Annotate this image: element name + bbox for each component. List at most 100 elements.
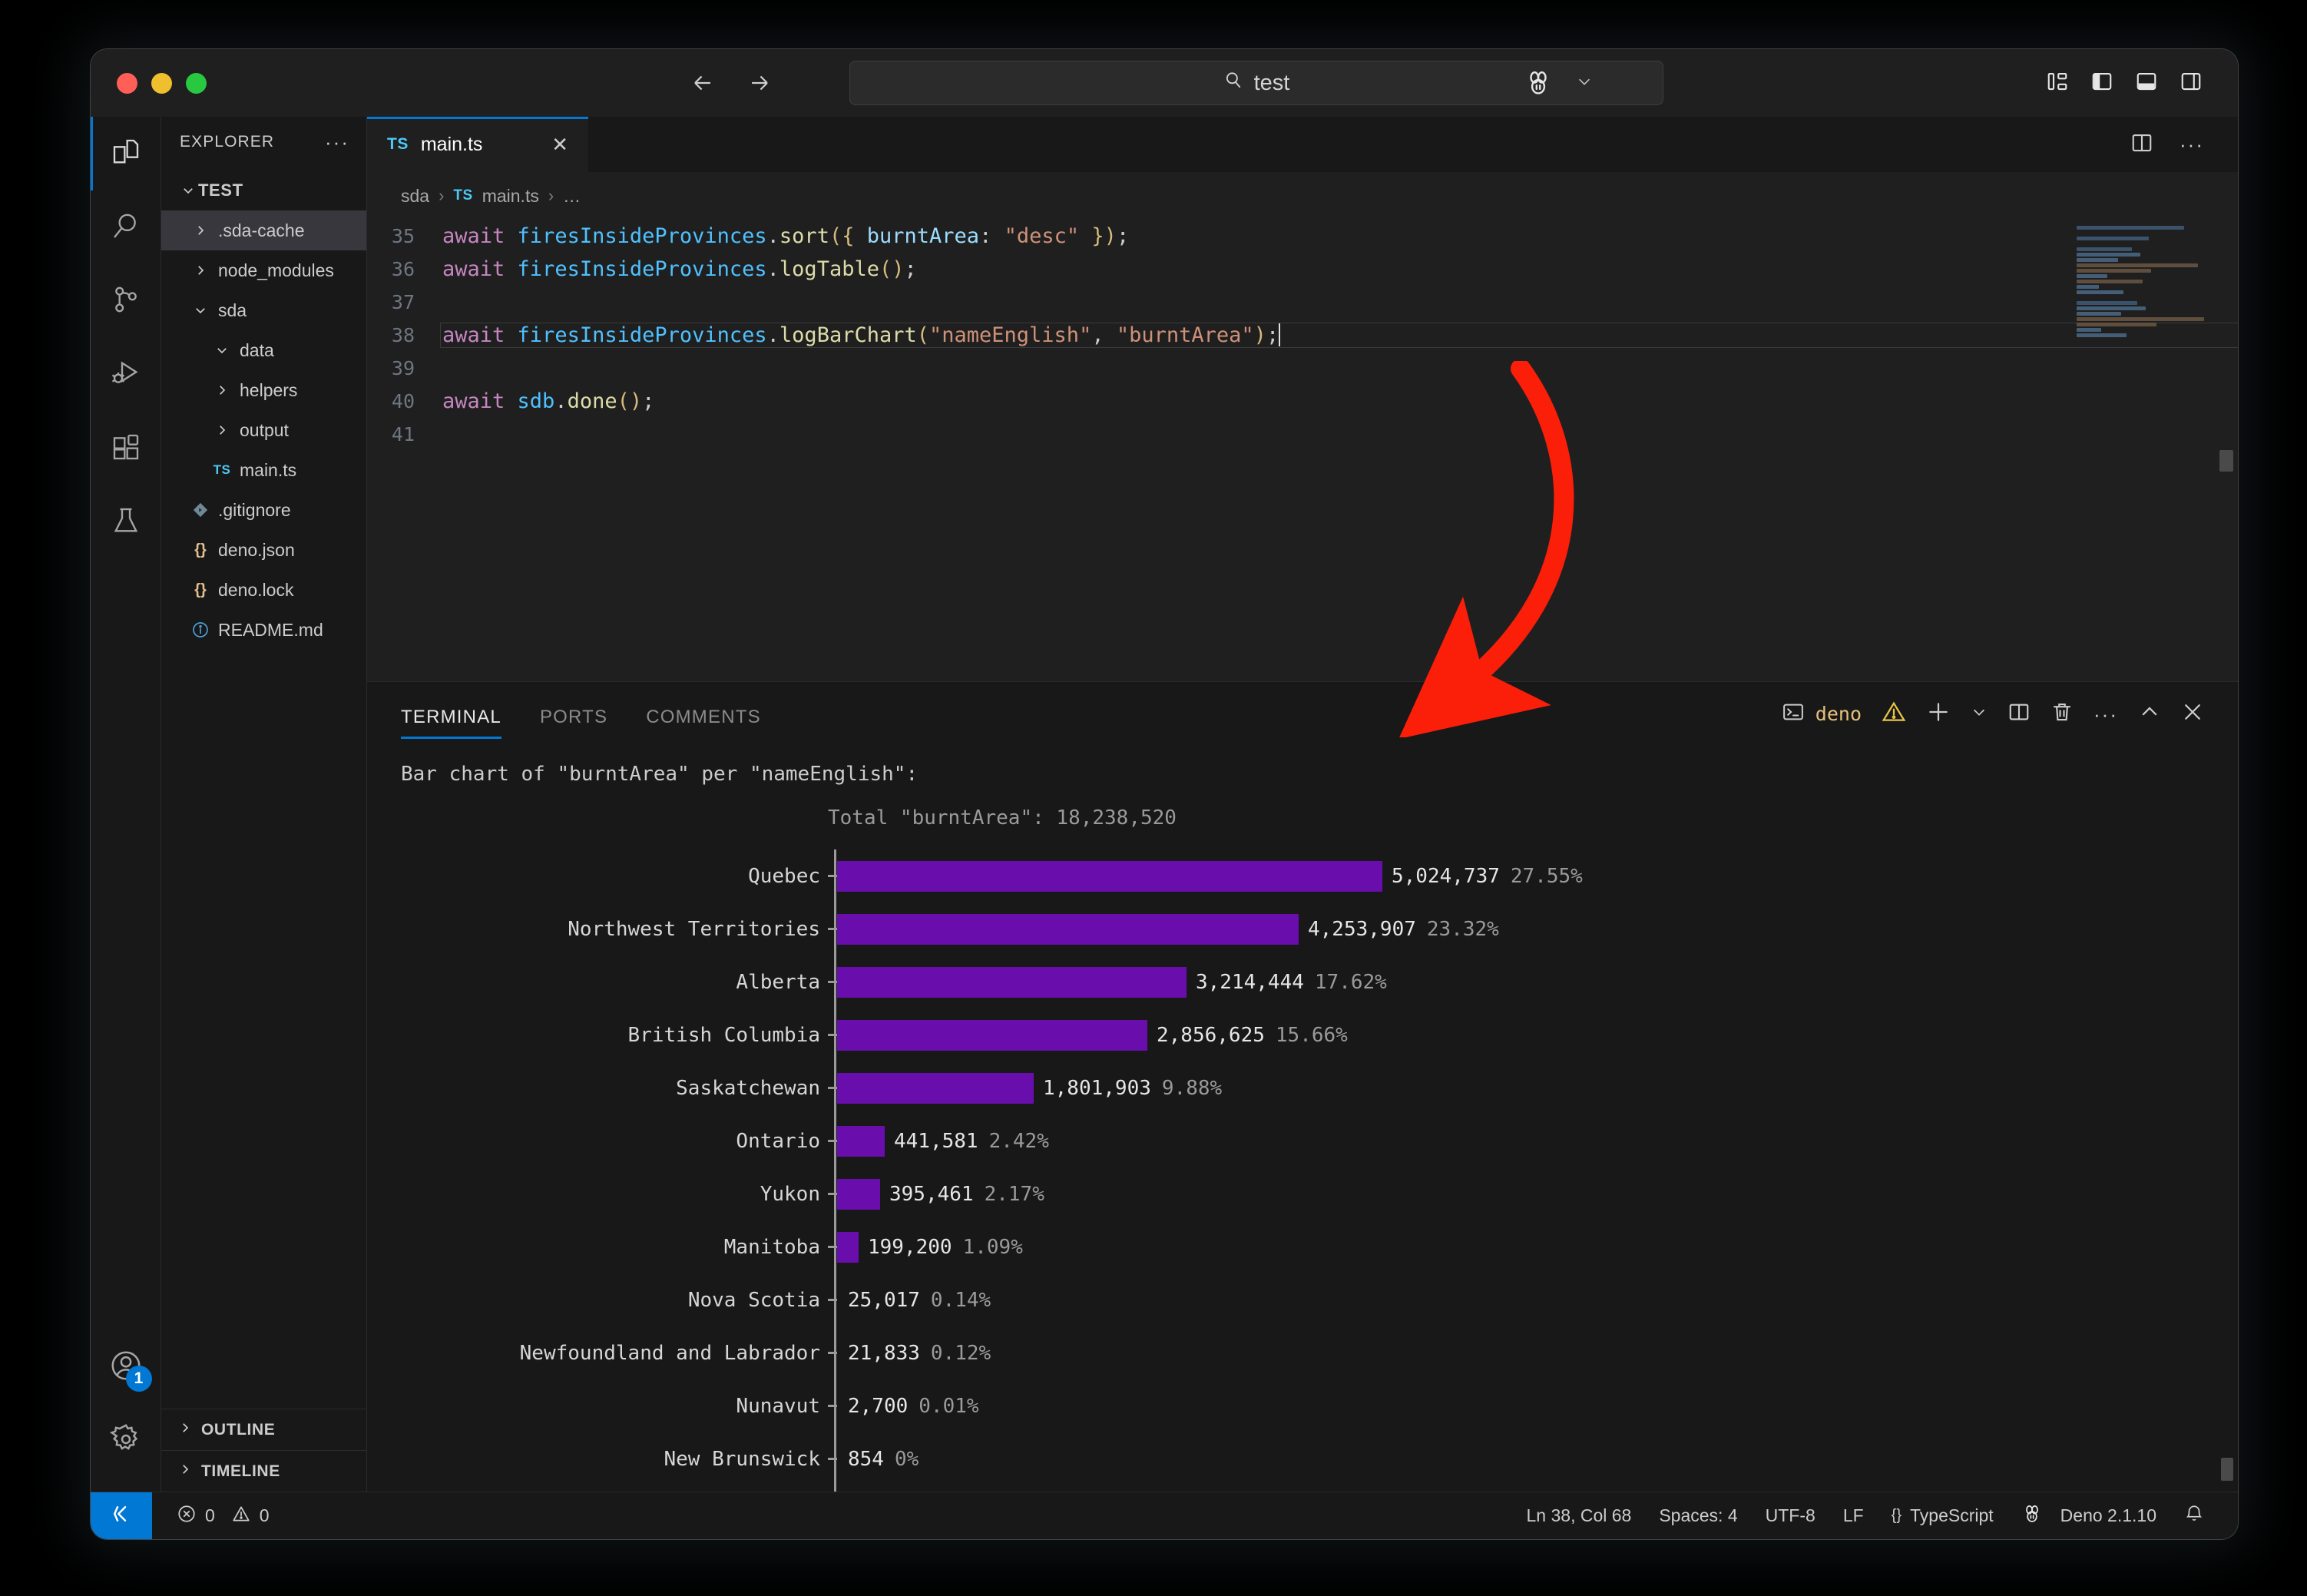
deno-status[interactable]: Deno 2.1.10 <box>2007 1492 2170 1540</box>
sidebar-item-run-and-debug[interactable] <box>91 338 161 412</box>
breadcrumb-item-symbol[interactable]: … <box>563 186 581 207</box>
chart-row: Yukon 395,461 2.17% <box>401 1167 2238 1220</box>
minimap[interactable] <box>2077 226 2215 349</box>
sidebar-item-explorer[interactable] <box>91 117 161 190</box>
terminal-scrollbar[interactable] <box>2221 1458 2233 1481</box>
minimize-window-button[interactable] <box>151 72 172 94</box>
sidebar-item-search[interactable] <box>91 190 161 264</box>
sidebar-item-accounts[interactable]: 1 <box>91 1330 161 1404</box>
deno-logo-icon[interactable] <box>1524 68 1553 98</box>
close-icon[interactable]: ✕ <box>551 134 568 154</box>
collapse-panel-icon[interactable] <box>2138 700 2161 727</box>
chart-bar <box>837 1231 859 1263</box>
chart-bar-group: 25,017 0.14% <box>837 1289 991 1312</box>
git-file-icon <box>190 502 210 518</box>
activity-bar: 1 <box>91 117 161 1492</box>
tree-root-folder[interactable]: TEST <box>161 171 366 210</box>
more-actions-icon[interactable]: ··· <box>2094 704 2118 724</box>
chart-percent-label: 0.01% <box>918 1394 979 1418</box>
tree-item-node-modules[interactable]: node_modules <box>161 250 366 290</box>
chart-bar-group: 2,856,625 15.66% <box>837 1019 1348 1051</box>
line-content: await firesInsideProvinces.logBarChart("… <box>440 323 2238 348</box>
indentation[interactable]: Spaces: 4 <box>1645 1492 1751 1540</box>
panel-actions: deno ··· <box>1782 700 2204 739</box>
text-cursor <box>1279 323 1281 346</box>
chevron-down-icon[interactable] <box>1576 73 1593 94</box>
breadcrumb-item-sda[interactable]: sda <box>401 186 429 207</box>
chart-value-label: 3,214,444 <box>1196 970 1304 994</box>
sidebar-item-extensions[interactable] <box>91 412 161 485</box>
terminal-name: deno <box>1815 703 1862 725</box>
section-timeline[interactable]: TIMELINE <box>161 1450 366 1492</box>
code-editor[interactable]: 35 await firesInsideProvinces.sort({ bur… <box>367 220 2238 681</box>
language-mode[interactable]: {} TypeScript <box>1878 1492 2007 1540</box>
close-panel-icon[interactable] <box>2181 700 2204 727</box>
tree-item-sda-cache[interactable]: .sda-cache <box>161 210 366 250</box>
tree-item-deno-json[interactable]: {} deno.json <box>161 530 366 570</box>
tree-item-deno-lock[interactable]: {} deno.lock <box>161 570 366 610</box>
editor-scrollbar[interactable] <box>2219 450 2233 472</box>
chart-value-label: 395,461 <box>889 1182 974 1206</box>
notifications-button[interactable] <box>2170 1492 2218 1540</box>
toggle-secondary-sidebar-icon[interactable] <box>2180 70 2203 97</box>
split-editor-icon[interactable] <box>2130 131 2153 158</box>
chevron-down-icon <box>212 343 232 357</box>
terminal-icon <box>1782 700 1805 727</box>
remote-window-button[interactable] <box>91 1492 152 1539</box>
tree-item-main-ts[interactable]: TS main.ts <box>161 450 366 490</box>
window-body: 1 EXPLORER ··· TEST .sda-cache node_modu… <box>91 117 2238 1492</box>
tab-comments[interactable]: COMMENTS <box>646 707 761 739</box>
sidebar-item-manage[interactable] <box>91 1404 161 1478</box>
cursor-position[interactable]: Ln 38, Col 68 <box>1513 1492 1646 1540</box>
maximize-window-button[interactable] <box>186 72 207 94</box>
gear-icon <box>108 1422 144 1461</box>
chart-row: Ontario 441,581 2.42% <box>401 1114 2238 1167</box>
chart-row: British Columbia 2,856,625 15.66% <box>401 1008 2238 1061</box>
line-number: 37 <box>391 291 415 313</box>
close-window-button[interactable] <box>117 72 137 94</box>
tree-item-label: deno.lock <box>218 579 294 600</box>
tree-item-gitignore[interactable]: .gitignore <box>161 490 366 530</box>
breadcrumb-item-main-ts[interactable]: main.ts <box>482 186 539 207</box>
terminal-output[interactable]: Bar chart of "burntArea" per "nameEnglis… <box>367 739 2238 1492</box>
tree-root-label: TEST <box>198 180 243 200</box>
line-content: await firesInsideProvinces.logTable(); <box>442 257 917 281</box>
new-terminal-icon[interactable] <box>1926 700 1951 728</box>
terminal-tab-deno[interactable]: deno <box>1782 700 1862 727</box>
warning-icon[interactable] <box>1882 700 1906 728</box>
split-terminal-icon[interactable] <box>2007 700 2031 727</box>
more-actions-icon[interactable]: ··· <box>2180 134 2204 154</box>
chart-row: Manitoba 199,200 1.09% <box>401 1220 2238 1273</box>
json-brace-icon: {} <box>1891 1507 1902 1524</box>
error-count: 0 <box>205 1505 215 1525</box>
back-arrow-icon[interactable] <box>690 70 716 96</box>
tree-item-sda[interactable]: sda <box>161 290 366 330</box>
section-outline[interactable]: OUTLINE <box>161 1409 366 1450</box>
chart-category-label: Quebec <box>748 864 820 888</box>
tab-ports[interactable]: PORTS <box>540 707 607 739</box>
chart-percent-label: 9.88% <box>1161 1076 1223 1100</box>
chart-bar <box>837 1125 885 1157</box>
chevron-down-icon[interactable] <box>1971 704 1988 724</box>
tab-main-ts[interactable]: TS main.ts ✕ <box>367 117 588 172</box>
chart-bar-group: 395,461 2.17% <box>837 1178 1044 1210</box>
customize-layout-icon[interactable] <box>2046 70 2069 97</box>
sidebar-item-testing[interactable] <box>91 485 161 559</box>
tree-item-data[interactable]: data <box>161 330 366 370</box>
chart-category-label: Newfoundland and Labrador <box>519 1341 820 1365</box>
problems-status[interactable]: 0 0 <box>163 1492 283 1540</box>
toggle-panel-icon[interactable] <box>2135 70 2158 97</box>
tree-item-helpers[interactable]: helpers <box>161 370 366 410</box>
explorer-more-actions-icon[interactable]: ··· <box>325 132 349 152</box>
tree-item-output[interactable]: output <box>161 410 366 450</box>
tab-terminal[interactable]: TERMINAL <box>401 707 501 739</box>
sidebar-item-source-control[interactable] <box>91 264 161 338</box>
chart-category-label: New Brunswick <box>664 1447 821 1471</box>
chevron-right-icon <box>190 224 210 237</box>
tree-item-readme[interactable]: README.md <box>161 610 366 650</box>
toggle-primary-sidebar-icon[interactable] <box>2090 70 2113 97</box>
kill-terminal-icon[interactable] <box>2050 700 2074 727</box>
eol[interactable]: LF <box>1829 1492 1878 1540</box>
encoding[interactable]: UTF-8 <box>1752 1492 1829 1540</box>
forward-arrow-icon[interactable] <box>746 70 773 96</box>
